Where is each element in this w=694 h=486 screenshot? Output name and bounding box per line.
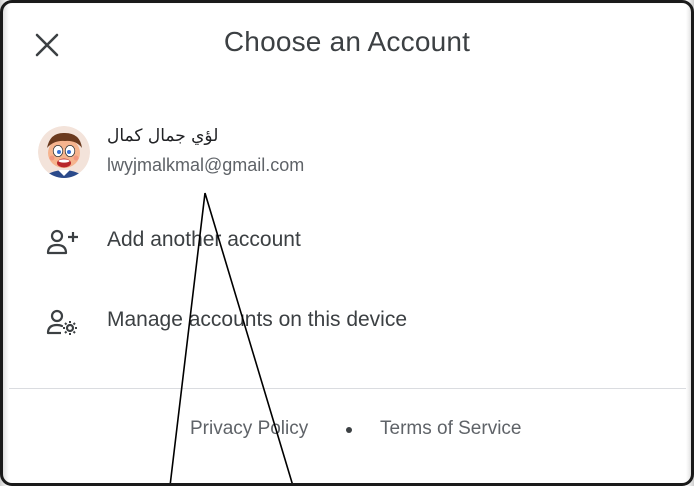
account-avatar bbox=[38, 126, 90, 178]
manage-accounts-label: Manage accounts on this device bbox=[107, 308, 408, 331]
footer-divider bbox=[9, 388, 686, 389]
account-name: لؤي جمال كمال bbox=[107, 126, 219, 146]
manage-accounts-icon bbox=[46, 309, 77, 335]
add-account-label: Add another account bbox=[107, 228, 301, 251]
manage-accounts-button[interactable]: Manage accounts on this device bbox=[0, 294, 694, 350]
privacy-policy-link[interactable]: Privacy Policy bbox=[190, 418, 308, 440]
dialog-header: Choose an Account bbox=[0, 0, 694, 90]
cartoon-boy-avatar-icon bbox=[38, 126, 90, 178]
dialog-footer: Privacy Policy Terms of Service bbox=[0, 414, 694, 444]
account-email: lwyjmalkmal@gmail.com bbox=[107, 155, 305, 175]
account-list-item[interactable]: لؤي جمال كمال lwyjmalkmal@gmail.com bbox=[0, 118, 694, 188]
terms-of-service-link[interactable]: Terms of Service bbox=[380, 418, 521, 440]
person-add-icon bbox=[46, 229, 78, 255]
add-account-button[interactable]: Add another account bbox=[0, 214, 694, 270]
footer-separator-dot bbox=[346, 427, 352, 433]
dialog-title: Choose an Account bbox=[223, 26, 471, 57]
